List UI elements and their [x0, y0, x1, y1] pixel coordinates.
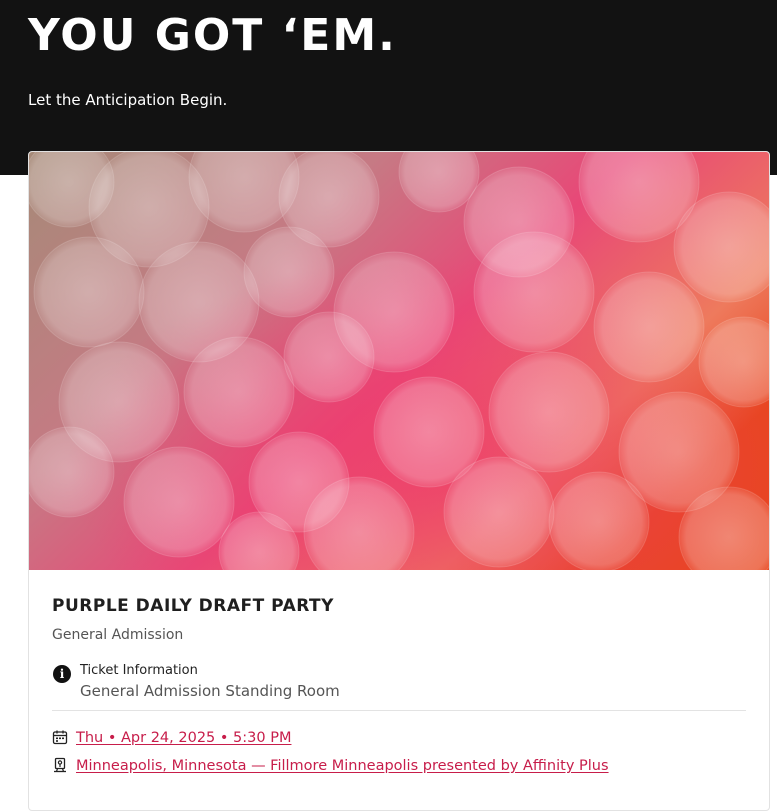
- venue-icon: [54, 757, 66, 773]
- ticket-information: i Ticket Information General Admission S…: [52, 662, 746, 702]
- event-title: PURPLE DAILY DRAFT PARTY: [52, 596, 334, 616]
- calendar-icon: [52, 730, 68, 745]
- ticket-details-content: PURPLE DAILY DRAFT PARTY General Admissi…: [52, 595, 746, 779]
- ticket-information-label: Ticket Information: [80, 663, 198, 678]
- event-venue-link[interactable]: Minneapolis, Minnesota — Fillmore Minnea…: [76, 758, 609, 774]
- info-icon: i: [53, 665, 71, 683]
- page-title: YOU GOT ‘EM.: [28, 10, 397, 61]
- event-venue-row: Minneapolis, Minnesota — Fillmore Minnea…: [52, 755, 746, 779]
- event-image: [29, 152, 769, 570]
- event-date-link[interactable]: Thu • Apr 24, 2025 • 5:30 PM: [76, 730, 291, 746]
- page-subtitle: Let the Anticipation Begin.: [28, 91, 228, 109]
- divider: [52, 710, 746, 711]
- ticket-information-value: General Admission Standing Room: [80, 682, 340, 700]
- ticket-type: General Admission: [52, 627, 184, 643]
- confirmation-header: YOU GOT ‘EM. Let the Anticipation Begin.: [0, 0, 777, 175]
- event-date-row: Thu • Apr 24, 2025 • 5:30 PM: [52, 727, 746, 751]
